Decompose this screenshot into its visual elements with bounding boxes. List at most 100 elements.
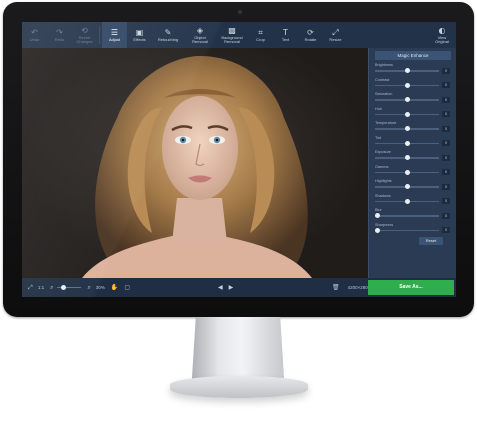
toolbar-rotate-button[interactable]: ⟳ Rotate <box>298 22 323 48</box>
slider-hue[interactable]: Hue 0 <box>375 107 451 119</box>
slider-shadows[interactable]: Shadows 0 <box>375 194 451 206</box>
adjust-icon: ☰ <box>110 27 119 37</box>
adjust-panel: Magic Enhance Brightness 0 Contrast 0 Satura… <box>368 48 456 278</box>
toolbar-revert-button[interactable]: ⟲ Revert Changes <box>72 22 97 48</box>
object-removal-icon: ◈ <box>196 25 204 35</box>
undo-icon: ↶ <box>31 27 38 37</box>
slider-knob[interactable] <box>405 155 410 160</box>
toolbar-label: Background Removal <box>221 34 243 44</box>
slider-value[interactable]: 0 <box>442 67 450 74</box>
slider-knob[interactable] <box>405 82 410 88</box>
toolbar-resize-button[interactable]: ⤢ Resize <box>323 22 348 48</box>
slider-value[interactable]: 0 <box>442 154 450 161</box>
next-image-icon[interactable]: ▶ <box>229 284 234 291</box>
toolbar-label: Undo <box>29 36 40 42</box>
trash-icon[interactable]: 🗑 <box>332 284 340 291</box>
zoom-icon[interactable]: ⌕ <box>50 284 53 292</box>
fullscreen-icon[interactable]: ⤢ <box>28 284 33 292</box>
slider-track[interactable] <box>375 229 439 231</box>
slider-value[interactable]: 0 <box>442 212 450 219</box>
slider-blur[interactable]: Blur 0 <box>375 208 451 220</box>
webcam-dot <box>238 10 242 14</box>
slider-value[interactable]: 0 <box>442 198 450 204</box>
view-original-icon: ◐ <box>438 25 446 35</box>
slider-value[interactable]: 0 <box>442 82 450 88</box>
slider-value[interactable]: 0 <box>442 169 450 175</box>
slider-knob[interactable] <box>405 111 410 117</box>
save-as-button[interactable]: Save As... <box>368 280 454 295</box>
background-removal-icon: ▩ <box>228 25 236 35</box>
zoom-slider-knob[interactable] <box>61 284 67 290</box>
toolbar-separator <box>99 26 100 44</box>
slider-knob[interactable] <box>405 169 410 175</box>
toolbar-object-removal-button[interactable]: ◈ Object Removal <box>184 22 216 48</box>
toolbar-label: Effects <box>133 36 146 42</box>
monitor-stand <box>191 317 285 379</box>
toolbar-label: Resize <box>329 36 342 42</box>
slider-saturation[interactable]: Saturation 0 <box>375 92 451 104</box>
slider-value[interactable]: 0 <box>442 96 450 103</box>
toolbar-effects-button[interactable]: ▣ Effects <box>127 22 152 48</box>
hand-tool-icon[interactable]: ✋ <box>111 284 118 291</box>
slider-knob[interactable] <box>405 198 410 204</box>
toolbar-retouching-button[interactable]: ✎ Retouching <box>152 22 184 48</box>
toolbar-label: Redo <box>54 36 65 42</box>
monitor-base <box>170 376 308 398</box>
slider-value[interactable]: 0 <box>442 227 450 233</box>
slider-knob[interactable] <box>405 68 410 73</box>
slider-label: Temperature <box>375 121 397 125</box>
slider-exposure[interactable]: Exposure 0 <box>375 150 451 162</box>
image-dimensions: 4200×2800 <box>347 285 371 290</box>
slider-knob[interactable] <box>375 213 380 218</box>
slider-knob[interactable] <box>405 140 410 146</box>
view-original-label: View Original <box>435 34 449 44</box>
toolbar-label: Revert Changes <box>76 34 93 44</box>
slider-value[interactable]: 0 <box>442 183 450 190</box>
slider-label: Brightness <box>375 63 393 67</box>
toolbar-label: Rotate <box>304 36 317 42</box>
toolbar-label: Crop <box>256 36 265 42</box>
slider-label: Tint <box>375 135 382 140</box>
toolbar-background-removal-button[interactable]: ▩ Background Removal <box>216 22 248 48</box>
slider-value[interactable]: 0 <box>442 111 450 117</box>
slider-knob[interactable] <box>405 126 410 131</box>
slider-label: Contrast <box>375 77 390 82</box>
slider-label: Gamma <box>375 164 389 169</box>
redo-icon: ↷ <box>56 27 63 37</box>
zoom-in-icon[interactable]: ⌕ <box>87 284 90 292</box>
photo-canvas[interactable] <box>22 48 368 278</box>
toolbar-text-button[interactable]: T Text <box>273 22 298 48</box>
slider-label: Sharpness <box>375 222 394 227</box>
slider-brightness[interactable]: Brightness 0 <box>375 63 451 75</box>
toolbar-crop-button[interactable]: ⌗ Crop <box>248 22 273 48</box>
slider-tint[interactable]: Tint 0 <box>375 136 451 148</box>
retouching-icon: ✎ <box>164 27 172 37</box>
slider-value[interactable]: 0 <box>442 140 450 146</box>
slider-label: Hue <box>375 106 382 111</box>
slider-contrast[interactable]: Contrast 0 <box>375 78 451 90</box>
slider-track[interactable] <box>375 215 439 217</box>
toolbar-adjust-button[interactable]: ☰ Adjust <box>102 22 127 48</box>
slider-knob[interactable] <box>405 184 410 189</box>
zoom-slider[interactable] <box>57 284 82 290</box>
slider-highlights[interactable]: Highlights 0 <box>375 179 451 191</box>
slider-knob[interactable] <box>405 97 410 102</box>
fit-screen-icon[interactable]: ▢ <box>124 284 130 291</box>
slider-knob[interactable] <box>375 227 380 233</box>
slider-sharpness[interactable]: Sharpness 0 <box>375 223 451 235</box>
slider-temperature[interactable]: Temperature 0 <box>375 121 451 133</box>
slider-gamma[interactable]: Gamma 0 <box>375 165 451 177</box>
slider-label: Highlights <box>375 179 392 183</box>
reset-button[interactable]: Reset <box>419 237 443 245</box>
zoom-value: 30% <box>95 285 105 290</box>
fit-ratio-label[interactable]: 1:1 <box>38 285 44 290</box>
toolbar-redo-button[interactable]: ↷ Redo <box>47 22 72 48</box>
resize-icon: ⤢ <box>332 27 339 37</box>
app-window: ↶ Undo ↷ Redo ⟲ Revert Changes ☰ Adjust ▣ Effects… <box>22 22 456 297</box>
previous-image-icon[interactable]: ◀ <box>218 284 223 291</box>
slider-value[interactable]: 0 <box>442 125 450 132</box>
portrait-photo <box>82 56 312 278</box>
view-original-button[interactable]: ◐ View Original <box>428 22 456 48</box>
toolbar-undo-button[interactable]: ↶ Undo <box>22 22 47 48</box>
magic-enhance-button[interactable]: Magic Enhance <box>375 51 451 60</box>
